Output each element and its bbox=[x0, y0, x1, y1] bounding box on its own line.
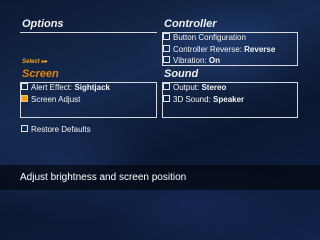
controller-title: Controller bbox=[162, 18, 298, 33]
controller-reverse-value: Reverse bbox=[244, 45, 276, 54]
sound-title: Sound bbox=[162, 68, 298, 83]
3d-sound-value: Speaker bbox=[213, 95, 245, 104]
vibration-label: Vibration: bbox=[173, 56, 209, 65]
3d-sound-label: 3D Sound: bbox=[173, 95, 214, 104]
alert-effect-label: Alert Effect: bbox=[31, 83, 75, 92]
controller-reverse-checkbox[interactable] bbox=[163, 45, 170, 53]
button-configuration-label: Button Configuration bbox=[173, 33, 246, 42]
button-configuration-option[interactable]: Button Configuration bbox=[163, 33, 246, 43]
options-panel: Options Select ▸▸ bbox=[20, 18, 157, 68]
button-configuration-checkbox[interactable] bbox=[163, 33, 170, 41]
help-text: Adjust brightness and screen position bbox=[20, 172, 187, 183]
3d-sound-option[interactable]: 3D Sound: Speaker bbox=[163, 95, 244, 105]
restore-defaults-label: Restore Defaults bbox=[31, 125, 91, 134]
screen-title: Screen bbox=[20, 68, 157, 83]
controller-reverse-option[interactable]: Controller Reverse: Reverse bbox=[163, 45, 275, 55]
sound-panel: Sound Output: Stereo 3D Sound: Speaker bbox=[162, 68, 298, 118]
screen-adjust-label: Screen Adjust bbox=[31, 95, 81, 104]
vibration-value: On bbox=[208, 56, 220, 65]
controller-panel: Controller Button Configuration Controll… bbox=[162, 18, 298, 66]
3d-sound-checkbox[interactable] bbox=[163, 95, 170, 103]
vibration-checkbox[interactable] bbox=[163, 56, 170, 64]
controller-reverse-label: Controller Reverse: bbox=[173, 45, 245, 54]
output-checkbox[interactable] bbox=[163, 83, 170, 91]
options-title: Options bbox=[20, 18, 157, 33]
output-value: Stereo bbox=[201, 83, 227, 92]
screen-panel: Screen Alert Effect: Sightjack Screen Ad… bbox=[20, 68, 157, 118]
output-option[interactable]: Output: Stereo bbox=[163, 83, 226, 93]
restore-defaults-option[interactable]: Restore Defaults bbox=[21, 125, 91, 135]
alert-effect-option[interactable]: Alert Effect: Sightjack bbox=[21, 83, 110, 93]
screen-adjust-checkbox[interactable] bbox=[21, 95, 28, 103]
alert-effect-value: Sightjack bbox=[74, 83, 111, 92]
restore-defaults-checkbox[interactable] bbox=[21, 125, 28, 133]
output-label: Output: bbox=[173, 83, 202, 92]
vibration-option[interactable]: Vibration: On bbox=[163, 56, 220, 66]
select-hint: Select ▸▸ bbox=[22, 59, 48, 65]
alert-effect-checkbox[interactable] bbox=[21, 83, 28, 91]
screen-adjust-option[interactable]: Screen Adjust bbox=[21, 95, 80, 105]
